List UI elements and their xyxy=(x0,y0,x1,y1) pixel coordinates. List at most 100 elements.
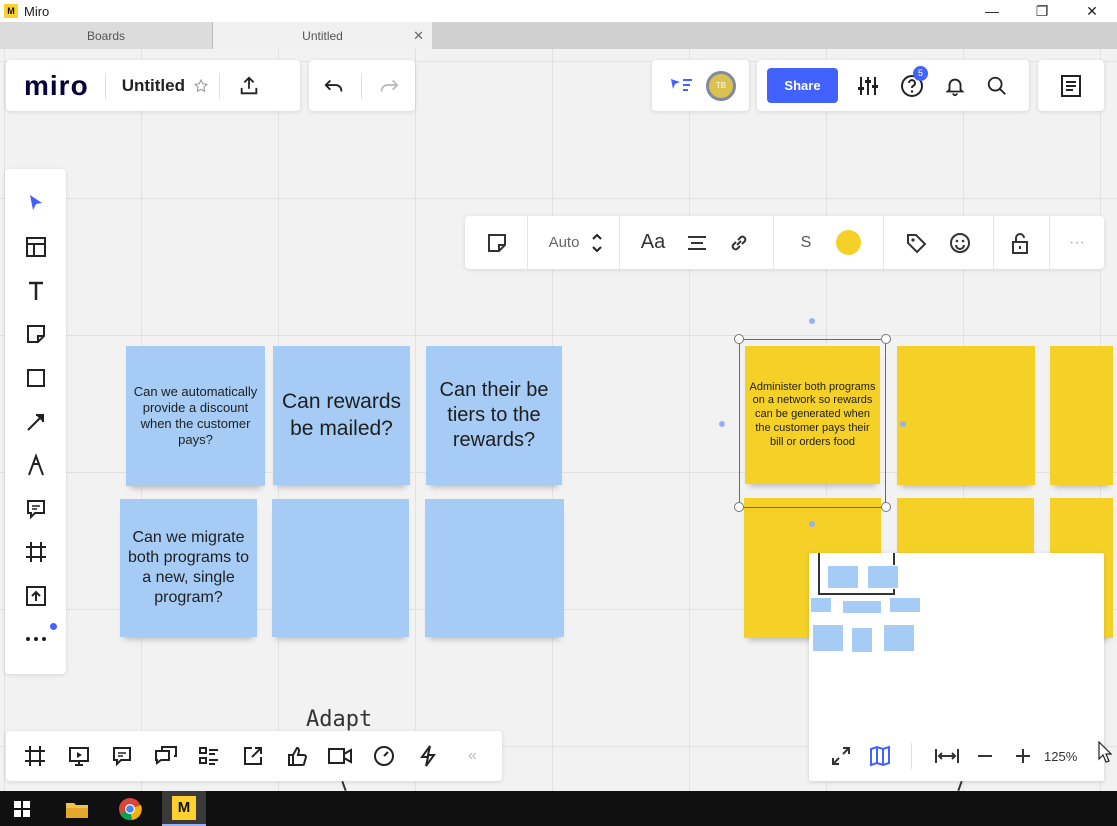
close-tab-icon[interactable]: ✕ xyxy=(413,28,424,44)
apps-lightning-icon[interactable] xyxy=(406,731,449,781)
resize-handle[interactable] xyxy=(734,334,744,344)
board-notes-icon[interactable] xyxy=(1060,74,1082,98)
comments-icon[interactable] xyxy=(100,731,143,781)
more-options-button[interactable]: ··· xyxy=(1059,216,1095,269)
board-title[interactable]: Untitled xyxy=(122,76,185,96)
presentation-icon[interactable] xyxy=(57,731,100,781)
sticky-note[interactable] xyxy=(897,346,1035,485)
help-icon[interactable]: 5 xyxy=(900,65,928,98)
divider xyxy=(1049,216,1050,269)
sticky-note[interactable] xyxy=(272,499,409,637)
zoom-controls: 125% xyxy=(809,731,1104,781)
share-button[interactable]: Share xyxy=(767,68,838,103)
timer-icon[interactable] xyxy=(362,731,405,781)
window-titlebar: M Miro — ❐ ✕ xyxy=(0,0,1117,22)
chat-icon[interactable] xyxy=(144,731,187,781)
divider xyxy=(883,216,884,269)
sticky-note[interactable]: Can their be tiers to the rewards? xyxy=(426,346,562,485)
tab-bar: Boards Untitled ✕ xyxy=(0,22,1117,49)
tag-icon[interactable] xyxy=(899,216,933,269)
fullscreen-icon[interactable] xyxy=(831,746,851,766)
video-call-icon[interactable] xyxy=(318,731,361,781)
windows-start-icon[interactable] xyxy=(0,791,44,826)
connection-point[interactable] xyxy=(900,421,906,427)
minimap-item xyxy=(883,624,915,652)
export-icon[interactable] xyxy=(238,75,260,97)
new-indicator-dot xyxy=(50,623,57,630)
restore-button[interactable]: ❐ xyxy=(1017,0,1067,22)
font-style-button[interactable]: Aa xyxy=(635,216,671,269)
tab-label: Boards xyxy=(86,28,126,43)
zoom-out-icon[interactable] xyxy=(976,747,994,765)
settings-sliders-icon[interactable] xyxy=(856,75,880,97)
color-picker-button[interactable] xyxy=(833,216,863,269)
sticky-note[interactable] xyxy=(425,499,564,637)
star-icon[interactable] xyxy=(193,78,209,94)
search-icon[interactable] xyxy=(986,75,1008,97)
cursor-follow-icon[interactable] xyxy=(668,75,694,97)
canvas-text-adapt[interactable]: Adapt xyxy=(306,707,372,732)
map-icon[interactable] xyxy=(869,745,891,767)
sticky-note[interactable]: Can we automatically provide a discount … xyxy=(126,346,265,486)
tab-label: Untitled xyxy=(302,28,343,43)
chrome-icon[interactable] xyxy=(108,791,152,826)
file-explorer-icon[interactable] xyxy=(55,791,99,826)
resize-handle[interactable] xyxy=(881,502,891,512)
share-out-icon[interactable] xyxy=(231,731,274,781)
font-size-select[interactable]: Auto xyxy=(541,216,611,269)
text-align-icon[interactable] xyxy=(679,216,715,269)
zoom-level[interactable]: 125% xyxy=(1044,749,1077,764)
user-avatar[interactable]: TB xyxy=(706,70,736,101)
shape-tool-icon[interactable] xyxy=(5,363,66,393)
minimap-panel: 125% xyxy=(809,553,1104,781)
sticky-size-button[interactable]: S xyxy=(791,216,821,269)
close-window-button[interactable]: ✕ xyxy=(1067,0,1117,22)
sticky-note[interactable]: Can we migrate both programs to a new, s… xyxy=(120,499,257,637)
resize-handle[interactable] xyxy=(881,334,891,344)
undo-redo-panel xyxy=(309,60,415,111)
text-tool-icon[interactable] xyxy=(5,276,66,306)
collapse-toolbar-button[interactable]: « xyxy=(451,731,494,781)
pen-tool-icon[interactable] xyxy=(5,450,66,480)
sticky-note-tool-icon[interactable] xyxy=(5,319,66,349)
collaboration-toolbar: « xyxy=(6,731,502,781)
connection-line-icon[interactable] xyxy=(5,407,66,437)
comment-tool-icon[interactable] xyxy=(5,494,66,524)
sticky-note-text: Can we migrate both programs to a new, s… xyxy=(128,529,249,606)
frames-icon[interactable] xyxy=(13,731,56,781)
notification-bell-icon[interactable] xyxy=(944,75,966,97)
minimize-button[interactable]: — xyxy=(967,0,1017,22)
templates-icon[interactable] xyxy=(5,232,66,262)
tab-untitled[interactable]: Untitled ✕ xyxy=(213,22,432,49)
frame-tool-icon[interactable] xyxy=(5,537,66,567)
fit-width-icon[interactable] xyxy=(934,747,960,765)
board-header-panel: miro Untitled xyxy=(6,60,300,111)
select-tool-icon[interactable] xyxy=(5,188,66,218)
creation-toolbar xyxy=(5,169,66,674)
divider xyxy=(527,216,528,269)
connection-point[interactable] xyxy=(809,318,815,324)
window-title: Miro xyxy=(24,3,50,19)
resize-handle[interactable] xyxy=(734,502,744,512)
connection-point[interactable] xyxy=(719,421,725,427)
notes-panel xyxy=(1038,60,1104,111)
voting-thumbs-up-icon[interactable] xyxy=(275,731,318,781)
undo-icon[interactable] xyxy=(323,75,345,97)
upload-tool-icon[interactable] xyxy=(5,581,66,611)
card-list-icon[interactable] xyxy=(187,731,230,781)
tab-boards[interactable]: Boards xyxy=(0,22,213,49)
sticky-note[interactable] xyxy=(1050,346,1113,485)
redo-icon[interactable] xyxy=(378,75,400,97)
yellow-color-swatch xyxy=(835,230,861,255)
link-icon[interactable] xyxy=(721,216,757,269)
miro-app-icon: M xyxy=(4,4,18,18)
more-tools-icon[interactable] xyxy=(5,624,66,654)
sticky-shape-icon[interactable] xyxy=(477,216,517,269)
miro-taskbar-icon[interactable]: M xyxy=(162,791,206,826)
sticky-note[interactable]: Can rewards be mailed? xyxy=(273,346,410,485)
emoji-icon[interactable] xyxy=(943,216,977,269)
connection-point[interactable] xyxy=(809,521,815,527)
miro-logo[interactable]: miro xyxy=(24,70,89,102)
unlock-icon[interactable] xyxy=(1003,216,1037,269)
zoom-in-icon[interactable] xyxy=(1014,747,1032,765)
